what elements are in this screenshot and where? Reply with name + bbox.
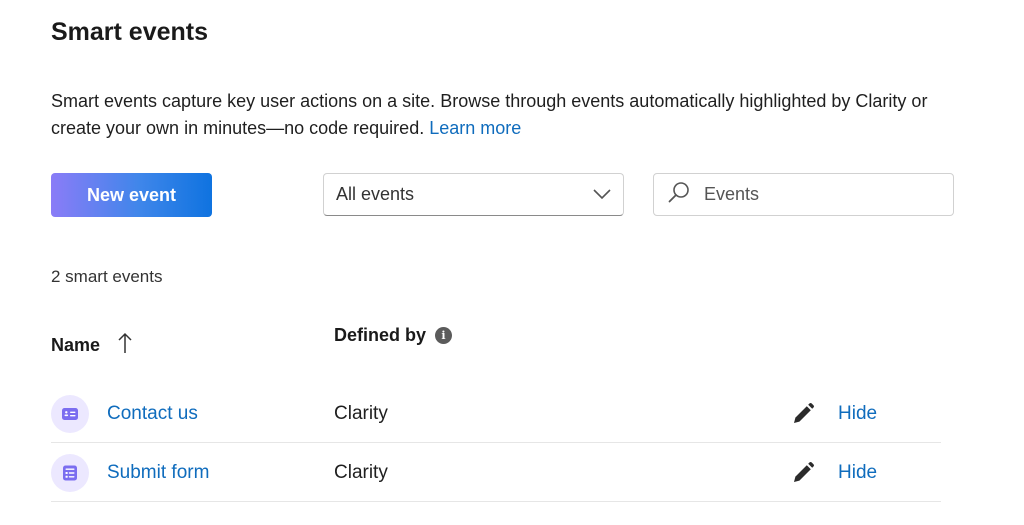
table-row: Contact us Clarity Hide (51, 383, 941, 443)
search-input[interactable] (702, 183, 926, 206)
column-header-defined-by: Defined by i (334, 325, 453, 346)
form-icon (51, 454, 89, 492)
column-defined-by-label: Defined by (334, 325, 427, 345)
event-count: 2 smart events (51, 267, 163, 286)
search-icon (668, 181, 702, 208)
table-row: Submit form Clarity Hide (51, 442, 941, 502)
filter-selected-value: All events (336, 184, 415, 204)
info-icon[interactable]: i (435, 327, 453, 344)
contact-card-icon (51, 395, 89, 433)
chevron-down-icon (593, 184, 611, 205)
edit-icon[interactable] (791, 402, 815, 426)
page-title: Smart events (51, 18, 209, 46)
learn-more-link[interactable]: Learn more (429, 118, 521, 138)
event-name-link[interactable]: Contact us (107, 403, 198, 425)
event-defined-by: Clarity (334, 462, 388, 483)
page-description: Smart events capture key user actions on… (51, 88, 951, 142)
column-header-name[interactable]: Name (51, 332, 132, 359)
search-box[interactable] (653, 173, 954, 216)
arrow-up-icon (100, 332, 132, 359)
new-event-button[interactable]: New event (51, 173, 212, 217)
hide-link[interactable]: Hide (838, 462, 877, 484)
column-name-label: Name (51, 335, 101, 355)
events-filter-dropdown[interactable]: All events (323, 173, 624, 216)
edit-icon[interactable] (791, 461, 815, 485)
event-defined-by: Clarity (334, 403, 388, 424)
hide-link[interactable]: Hide (838, 403, 877, 425)
event-name-link[interactable]: Submit form (107, 462, 209, 484)
